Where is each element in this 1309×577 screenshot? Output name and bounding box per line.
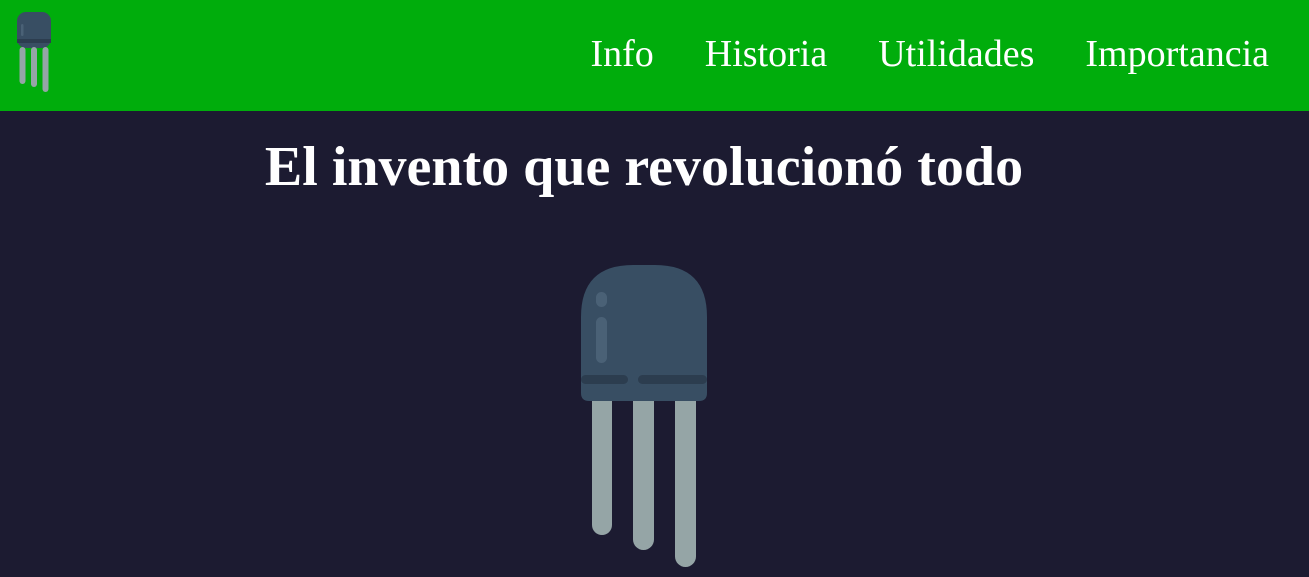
transistor-hero-icon bbox=[581, 265, 707, 567]
nav-link-info[interactable]: Info bbox=[590, 28, 653, 80]
nav-link-importancia[interactable]: Importancia bbox=[1085, 28, 1269, 80]
nav-link-utilidades[interactable]: Utilidades bbox=[878, 28, 1034, 80]
transistor-logo-icon[interactable] bbox=[17, 12, 51, 92]
main-nav: Info Historia Utilidades Importancia bbox=[590, 28, 1269, 80]
page-title: El invento que revolucionó todo bbox=[264, 136, 1024, 198]
top-navbar: Info Historia Utilidades Importancia bbox=[0, 0, 1309, 111]
nav-link-historia[interactable]: Historia bbox=[705, 28, 827, 80]
